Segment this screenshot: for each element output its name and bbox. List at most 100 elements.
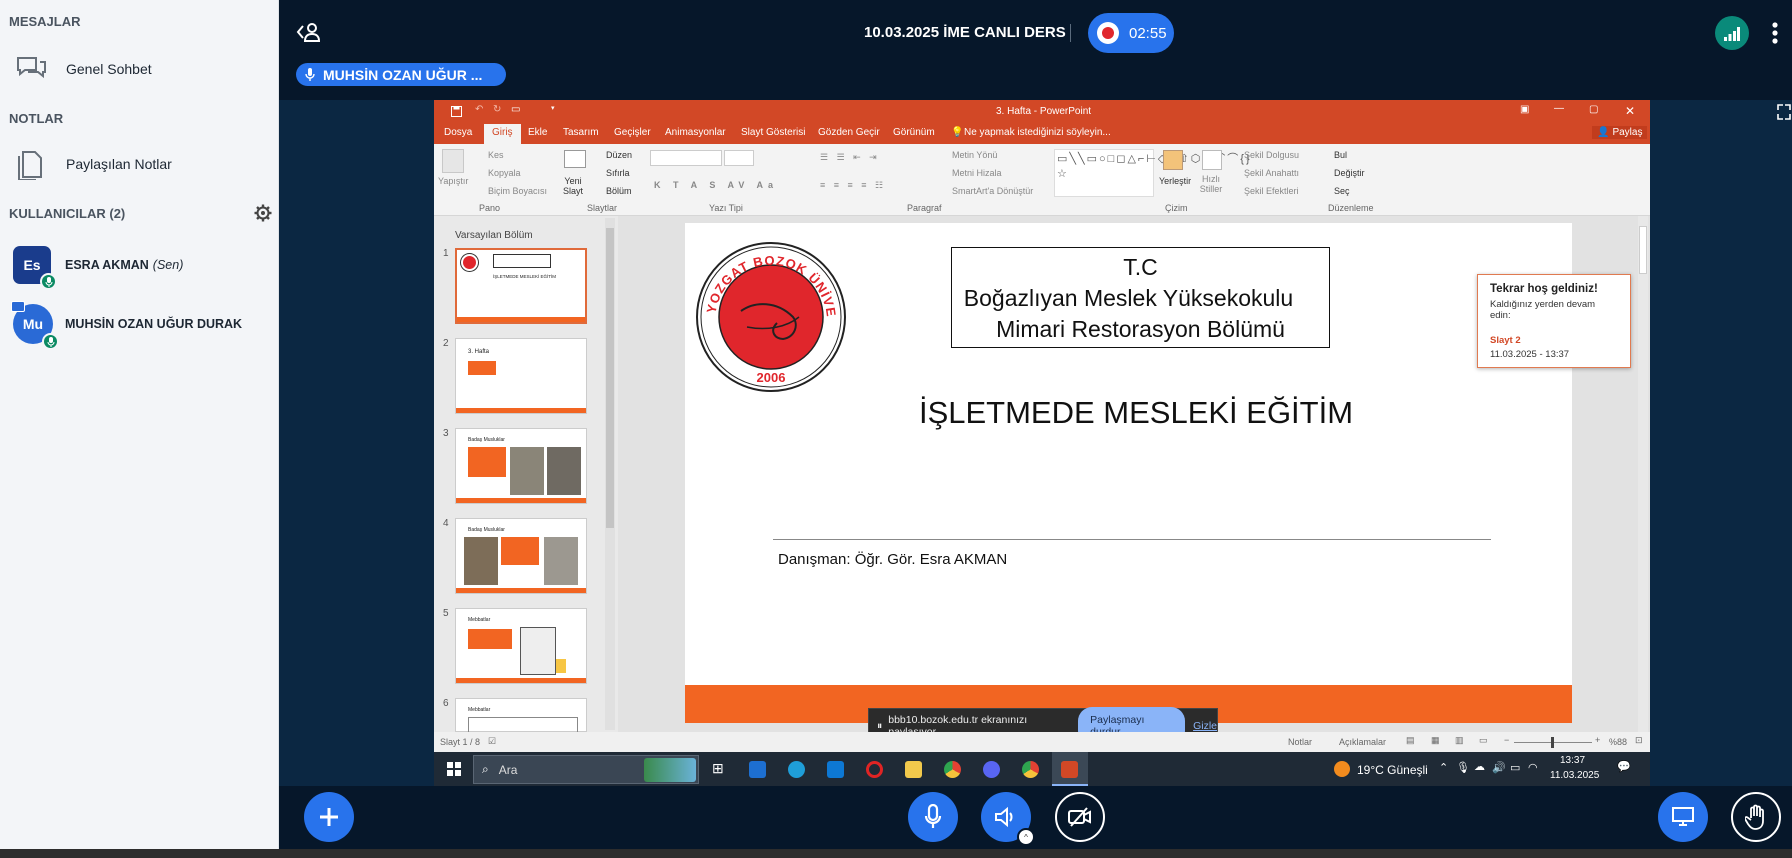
fullscreen-icon[interactable] bbox=[1777, 104, 1791, 120]
zoom-slider[interactable] bbox=[1514, 737, 1592, 748]
tab-slayt-gosterisi[interactable]: Slayt Gösterisi bbox=[741, 127, 805, 138]
close-icon[interactable]: ✕ bbox=[1625, 104, 1635, 118]
view-normal-icon[interactable]: ▤ bbox=[1406, 735, 1415, 746]
user-item-esra[interactable]: Es ESRA AKMAN (Sen) bbox=[13, 246, 183, 290]
redo-icon[interactable]: ↻ bbox=[493, 104, 501, 115]
file-explorer-icon[interactable] bbox=[905, 761, 922, 778]
replace-button[interactable]: Değiştir bbox=[1334, 168, 1365, 178]
presentation-icon[interactable]: ▭ bbox=[511, 104, 520, 115]
shape-outline-button[interactable]: Şekil Anahattı bbox=[1244, 168, 1299, 178]
drag-handle-icon[interactable]: ⏸ bbox=[877, 720, 882, 733]
gear-icon[interactable] bbox=[254, 204, 272, 222]
slide-thumbnail-2[interactable]: 3. Hafta bbox=[455, 338, 587, 414]
new-slide-button[interactable]: Yeni Slayt bbox=[558, 176, 588, 196]
task-view-icon[interactable]: ⊞ bbox=[712, 760, 724, 777]
format-painter-button[interactable]: Biçim Boyacısı bbox=[488, 186, 547, 196]
tell-me-box[interactable]: Ne yapmak istediğinizi söyleyin... bbox=[964, 127, 1111, 138]
slide-thumbnail-6[interactable]: Mebbatlar bbox=[455, 698, 587, 733]
shared-notes-item[interactable]: Paylaşılan Notlar bbox=[14, 148, 172, 180]
view-reading-icon[interactable]: ▥ bbox=[1455, 735, 1464, 746]
slide-thumbnail-1[interactable]: İŞLETMEDE MESLEKİ EĞİTİM bbox=[455, 248, 587, 324]
user-item-muhsin[interactable]: Mu MUHSİN OZAN UĞUR DURAK bbox=[11, 301, 242, 350]
recording-button[interactable]: 02:55 bbox=[1088, 13, 1174, 53]
more-options-icon[interactable] bbox=[1772, 22, 1778, 44]
text-direction-button[interactable]: Metin Yönü bbox=[952, 150, 997, 160]
paste-button[interactable]: Yapıştır bbox=[438, 176, 468, 186]
taskbar-search-box[interactable]: ⌕ Ara bbox=[473, 755, 699, 784]
current-slide[interactable]: YOZGAT BOZOK ÜNİVERSİTESİ 2006 T.C Boğaz… bbox=[685, 223, 1572, 723]
quick-styles-button[interactable]: Hızlı Stiller bbox=[1196, 174, 1226, 194]
clock-time[interactable]: 13:37 bbox=[1560, 755, 1585, 766]
view-slideshow-icon[interactable]: ▭ bbox=[1479, 735, 1488, 746]
tab-dosya[interactable]: Dosya bbox=[444, 127, 472, 138]
slide-thumbnail-5[interactable]: Mebbatlar bbox=[455, 608, 587, 684]
tab-gorunum[interactable]: Görünüm bbox=[893, 127, 935, 138]
opera-icon[interactable] bbox=[866, 761, 883, 778]
audio-button[interactable]: ^ bbox=[981, 792, 1035, 846]
layout-button[interactable]: Düzen bbox=[606, 150, 632, 160]
zoom-out-icon[interactable]: − bbox=[1504, 735, 1509, 745]
tab-animasyonlar[interactable]: Animasyonlar bbox=[665, 127, 726, 138]
shape-effects-button[interactable]: Şekil Efektleri bbox=[1244, 186, 1299, 196]
hide-link[interactable]: Gizle bbox=[1193, 720, 1217, 732]
spell-check-icon[interactable]: ☑ bbox=[488, 736, 496, 747]
screenshare-button[interactable] bbox=[1658, 792, 1708, 842]
comments-button[interactable]: Açıklamalar bbox=[1339, 737, 1386, 747]
maximize-icon[interactable]: ▢ bbox=[1589, 104, 1598, 115]
battery-icon[interactable]: ▭ bbox=[1510, 761, 1520, 774]
notifications-icon[interactable]: 💬 bbox=[1617, 760, 1631, 773]
actions-button[interactable] bbox=[304, 792, 354, 842]
ribbon-options-icon[interactable]: ▣ bbox=[1520, 104, 1529, 115]
shapes-gallery[interactable]: ▭╲╲▭○□◻△⌐⊢◇⇨⇧⬡☆⌒⌒{}☆ bbox=[1054, 149, 1250, 197]
canvas-scrollbar[interactable] bbox=[1638, 216, 1648, 732]
onedrive-icon[interactable]: ☁ bbox=[1474, 760, 1485, 773]
fit-slide-icon[interactable]: ⊡ bbox=[1635, 735, 1643, 746]
smartart-button[interactable]: SmartArt'a Dönüştür bbox=[952, 186, 1033, 196]
zoom-in-icon[interactable]: + bbox=[1595, 735, 1600, 745]
edge-icon[interactable] bbox=[788, 761, 805, 778]
arrange-button[interactable]: Yerleştir bbox=[1159, 176, 1191, 186]
undo-icon[interactable]: ↶ bbox=[475, 104, 483, 115]
windows-start-icon[interactable] bbox=[447, 762, 461, 776]
shape-fill-button[interactable]: Şekil Dolgusu bbox=[1244, 150, 1299, 160]
save-icon[interactable] bbox=[451, 106, 462, 117]
general-chat-item[interactable]: Genel Sohbet bbox=[14, 54, 152, 84]
audio-settings-icon[interactable]: ^ bbox=[1017, 828, 1035, 846]
connection-status-button[interactable] bbox=[1715, 16, 1749, 50]
font-size-box[interactable] bbox=[724, 150, 754, 166]
section-button[interactable]: Bölüm bbox=[606, 186, 632, 196]
defender-icon[interactable] bbox=[749, 761, 766, 778]
microphone-button[interactable] bbox=[908, 792, 958, 842]
chrome-active-icon[interactable] bbox=[1022, 761, 1039, 778]
tab-tasarim[interactable]: Tasarım bbox=[563, 127, 599, 138]
align-text-button[interactable]: Metni Hizala bbox=[952, 168, 1002, 178]
tab-giris[interactable]: Giriş bbox=[484, 124, 521, 144]
minimize-icon[interactable]: — bbox=[1554, 103, 1564, 114]
welcome-slide-link[interactable]: Slayt 2 bbox=[1490, 335, 1618, 346]
tray-chevron-icon[interactable]: ⌃ bbox=[1439, 761, 1448, 774]
share-button[interactable]: 👤 Paylaş bbox=[1592, 126, 1648, 139]
tab-ekle[interactable]: Ekle bbox=[528, 127, 547, 138]
tray-mic-icon[interactable]: 🎙 bbox=[1456, 761, 1470, 774]
tab-gozden-gecir[interactable]: Gözden Geçir bbox=[818, 127, 880, 138]
slide-thumbnail-3[interactable]: Badaş Musluklar bbox=[455, 428, 587, 504]
font-name-box[interactable] bbox=[650, 150, 722, 166]
slide-thumbnail-4[interactable]: Badaş Musluklar bbox=[455, 518, 587, 594]
raise-hand-button[interactable] bbox=[1731, 792, 1781, 842]
reset-button[interactable]: Sıfırla bbox=[606, 168, 630, 178]
chrome-icon[interactable] bbox=[944, 761, 961, 778]
customize-icon[interactable]: ▾ bbox=[551, 104, 555, 112]
view-sorter-icon[interactable]: ▦ bbox=[1431, 735, 1440, 746]
tab-gecisler[interactable]: Geçişler bbox=[614, 127, 651, 138]
thumbnail-scrollbar[interactable] bbox=[605, 218, 615, 730]
select-button[interactable]: Seç bbox=[1334, 186, 1350, 196]
leave-user-icon[interactable] bbox=[296, 21, 322, 43]
copy-button[interactable]: Kopyala bbox=[488, 168, 521, 178]
volume-icon[interactable]: 🔊 bbox=[1492, 761, 1506, 774]
wifi-icon[interactable]: ◠ bbox=[1528, 761, 1538, 774]
find-button[interactable]: Bul bbox=[1334, 150, 1347, 160]
notes-button[interactable]: Notlar bbox=[1288, 737, 1312, 747]
weather-text[interactable]: 19°C Güneşli bbox=[1357, 763, 1428, 777]
cut-button[interactable]: Kes bbox=[488, 150, 504, 160]
zoom-level[interactable]: %88 bbox=[1609, 737, 1627, 747]
